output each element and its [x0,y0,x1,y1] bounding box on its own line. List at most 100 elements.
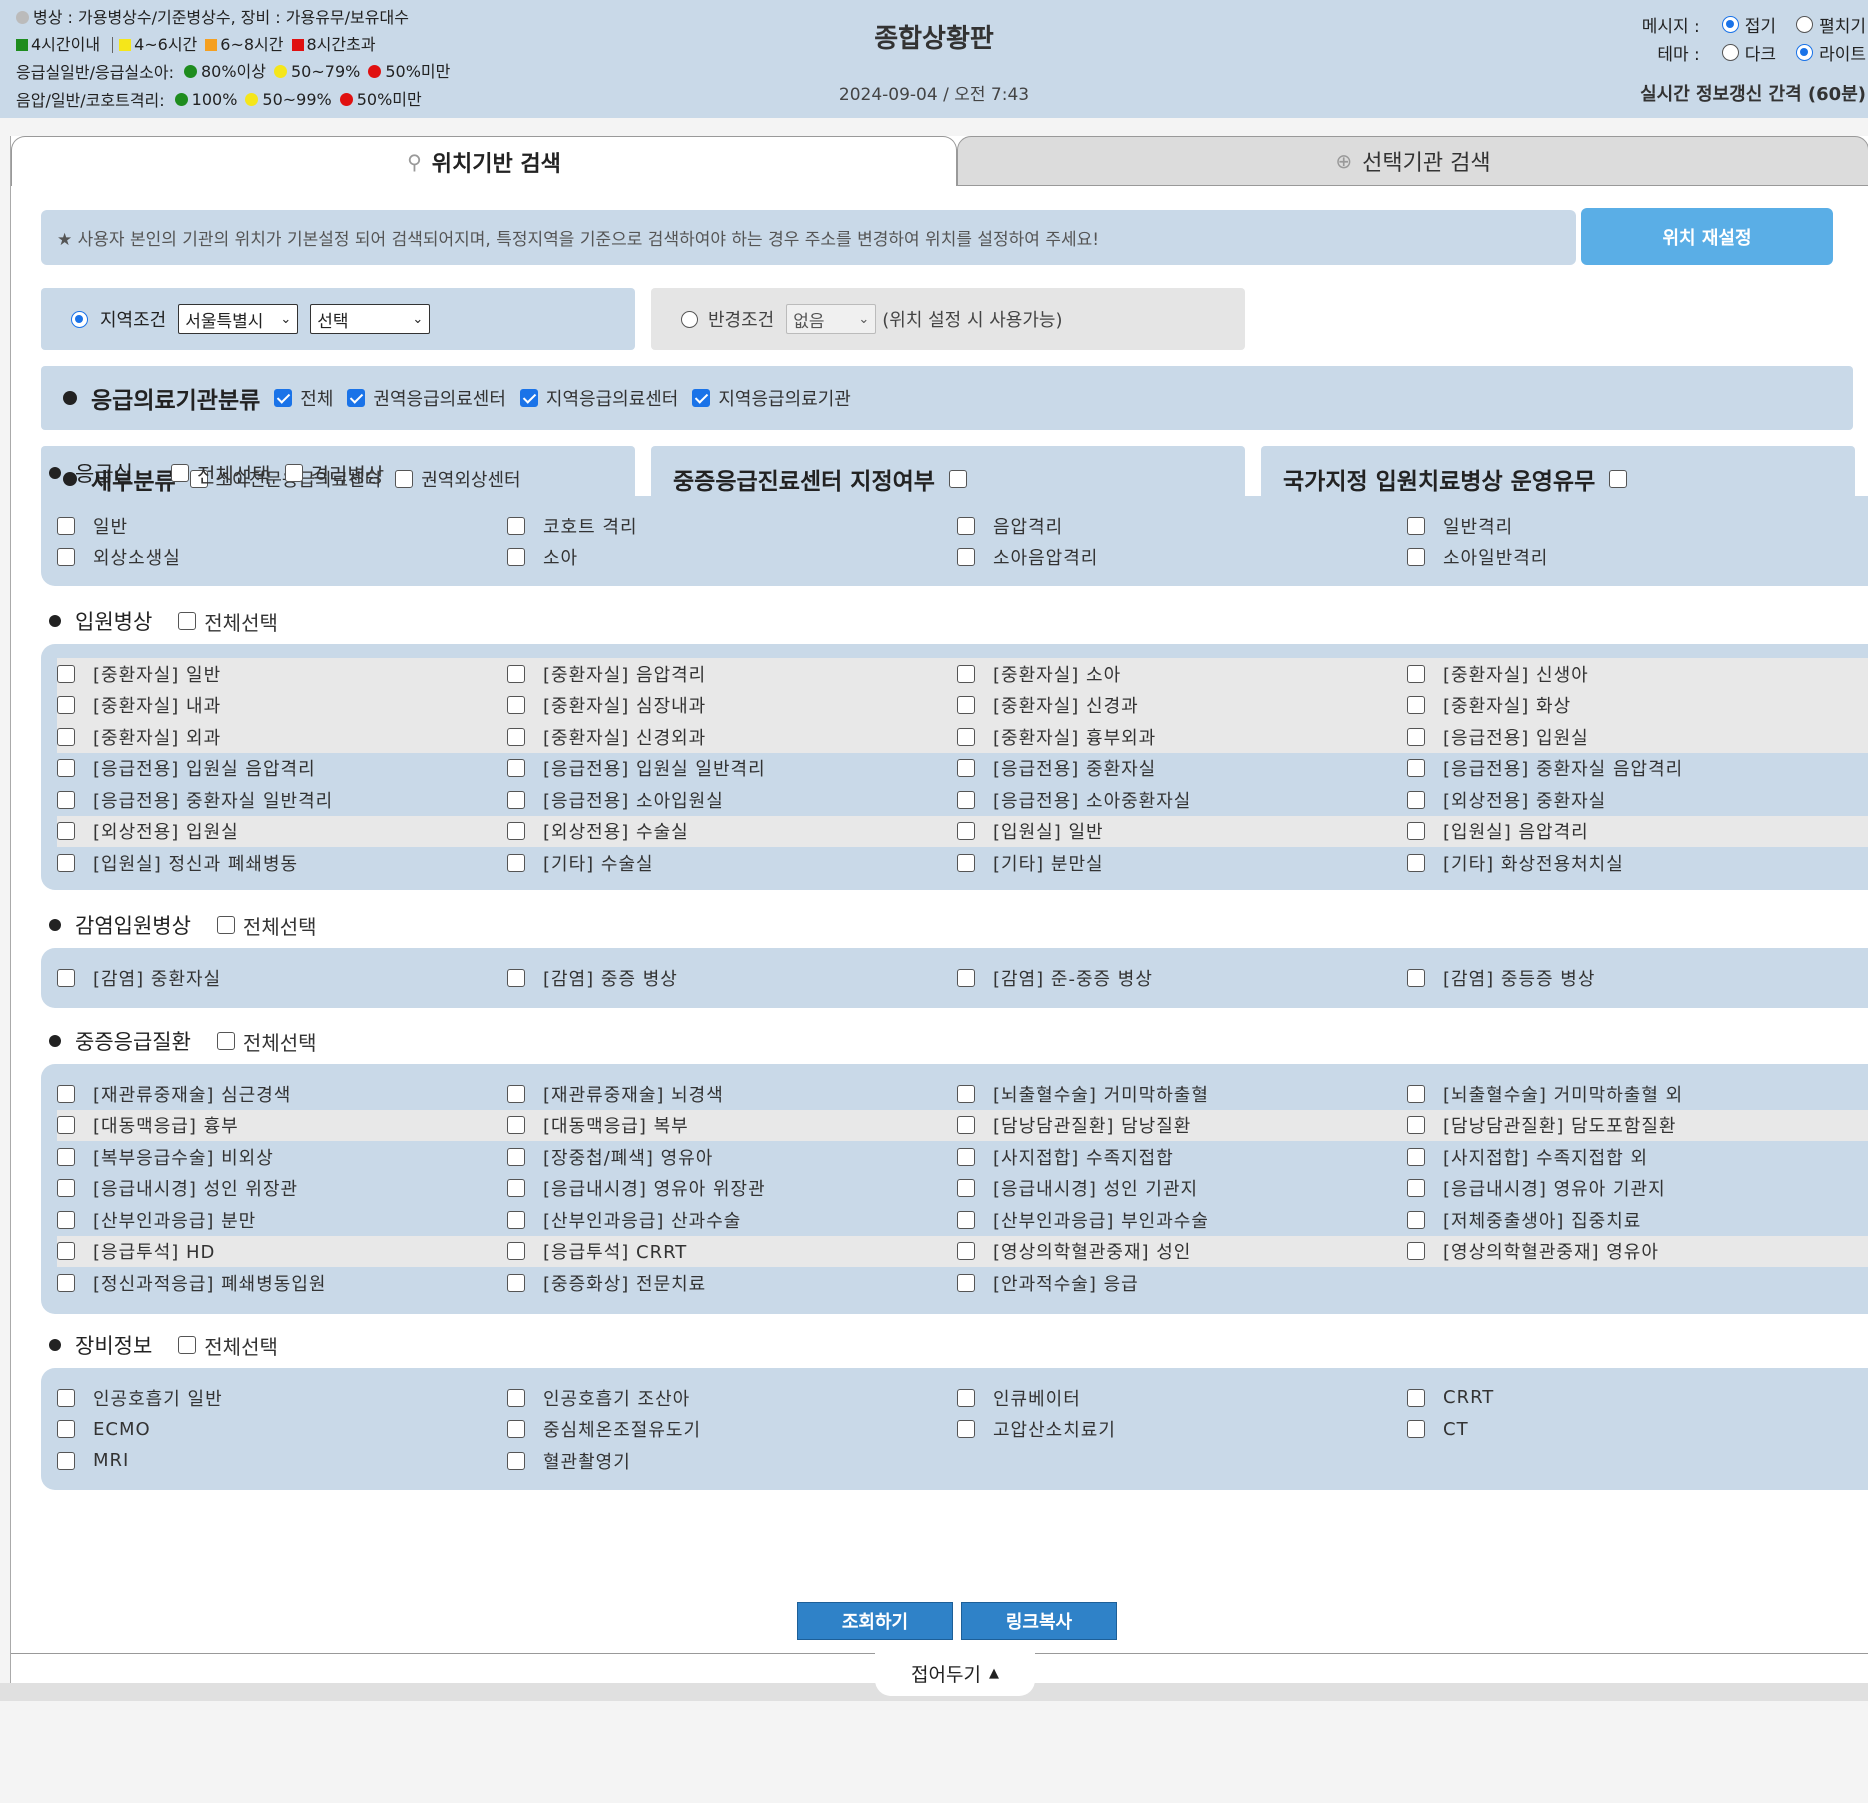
checkbox-icon[interactable] [957,1420,975,1439]
checkbox-icon[interactable] [507,968,525,987]
checkbox-icon[interactable] [507,516,525,535]
checkbox-checked-icon[interactable] [519,389,538,407]
inpatient-option[interactable]: [중환자실] 화상 [1407,692,1857,718]
inpatient-option[interactable]: [응급전용] 중환자실 음압격리 [1407,755,1857,781]
checkbox-icon[interactable] [57,968,75,987]
inpatient-option[interactable]: [중환자실] 내과 [57,692,507,718]
institution-class-option[interactable]: 권역응급의료센터 [347,385,506,411]
checkbox-icon[interactable] [957,822,975,841]
severe-option[interactable]: [산부인과응급] 분만 [57,1207,507,1233]
inpatient-option[interactable]: [외상전용] 입원실 [57,818,507,844]
severe-option[interactable]: [저체중출생아] 집중치료 [1407,1207,1857,1233]
checkbox-icon[interactable] [507,1420,525,1439]
inpatient-option[interactable]: [입원실] 정신과 폐쇄병동 [57,850,507,876]
equipment-option[interactable]: CRRT [1407,1387,1857,1408]
inpatient-option[interactable]: [응급전용] 소아중환자실 [957,787,1407,813]
theme-light-radio[interactable]: 라이트 [1796,40,1866,65]
national-bed-checkbox[interactable] [1609,470,1628,488]
inpatient-option[interactable]: [기타] 화상전용처치실 [1407,850,1857,876]
severe-option[interactable]: [사지접합] 수족지접합 [957,1144,1407,1170]
checkbox-checked-icon[interactable] [347,389,366,407]
severe-select-all[interactable]: 전체선택 [216,1027,317,1056]
equipment-option[interactable]: MRI [57,1450,507,1471]
equipment-option[interactable]: CT [1407,1419,1857,1440]
fold-toggle[interactable]: 접어두기 ▲ [875,1650,1035,1696]
checkbox-icon[interactable] [957,853,975,872]
severe-option[interactable]: [대동맥응급] 복부 [507,1112,957,1138]
checkbox-icon[interactable] [507,853,525,872]
inpatient-option[interactable]: [기타] 수술실 [507,850,957,876]
inpatient-option[interactable]: [입원실] 일반 [957,818,1407,844]
checkbox-icon[interactable] [57,853,75,872]
severe-option[interactable]: [응급내시경] 성인 위장관 [57,1175,507,1201]
relocate-button[interactable]: 위치 재설정 [1581,208,1833,265]
infection-option[interactable]: [감염] 준-중증 병상 [957,965,1407,991]
checkbox-icon[interactable] [284,464,303,482]
inpatient-option[interactable]: [응급전용] 중환자실 일반격리 [57,787,507,813]
checkbox-icon[interactable] [957,1147,975,1166]
region-radio[interactable] [71,310,88,328]
checkbox-icon[interactable] [216,916,235,934]
checkbox-icon[interactable] [1407,1210,1425,1229]
institution-class-option[interactable]: 지역응급의료센터 [519,385,678,411]
er-option[interactable]: 코호트 격리 [507,513,957,539]
checkbox-icon[interactable] [57,516,75,535]
checkbox-icon[interactable] [507,1273,525,1292]
checkbox-icon[interactable] [1407,822,1425,841]
inpatient-option[interactable]: [중환자실] 신경외과 [507,724,957,750]
checkbox-icon[interactable] [957,1388,975,1407]
subclass-option[interactable]: 권역외상센터 [395,466,521,492]
checkbox-icon[interactable] [1407,1179,1425,1198]
checkbox-icon[interactable] [507,1210,525,1229]
checkbox-icon[interactable] [1407,727,1425,746]
equipment-option[interactable]: 인공호흡기 일반 [57,1385,507,1411]
checkbox-icon[interactable] [57,790,75,809]
radius-radio[interactable] [681,310,698,328]
equipment-option[interactable]: 인공호흡기 조산아 [507,1385,957,1411]
severe-option[interactable]: [복부응급수술] 비외상 [57,1144,507,1170]
checkbox-checked-icon[interactable] [274,389,293,407]
checkbox-icon[interactable] [57,1273,75,1292]
severe-option[interactable]: [안과적수술] 응급 [957,1270,1407,1296]
checkbox-icon[interactable] [507,1242,525,1261]
search-button[interactable]: 조회하기 [797,1602,953,1640]
er-option[interactable]: 소아일반격리 [1407,544,1857,570]
message-expand-radio[interactable]: 펼치기 [1796,12,1866,37]
checkbox-icon[interactable] [507,548,525,567]
severe-option[interactable]: [산부인과응급] 부인과수술 [957,1207,1407,1233]
equipment-option[interactable]: ECMO [57,1419,507,1440]
inpatient-option[interactable]: [중환자실] 외과 [57,724,507,750]
tab-selected-search[interactable]: ⊕ 선택기관 검색 [957,136,1868,186]
checkbox-icon[interactable] [507,1388,525,1407]
severe-option[interactable]: [영상의학혈관중재] 성인 [957,1238,1407,1264]
checkbox-icon[interactable] [57,664,75,683]
tab-location-search[interactable]: ⚲ 위치기반 검색 [11,136,957,186]
severe-center-checkbox[interactable] [948,470,967,488]
checkbox-icon[interactable] [57,1116,75,1135]
inpatient-option[interactable]: [중환자실] 흉부외과 [957,724,1407,750]
er-option[interactable]: 일반 [57,513,507,539]
checkbox-icon[interactable] [57,548,75,567]
checkbox-icon[interactable] [178,1336,197,1354]
inpatient-option[interactable]: [응급전용] 입원실 음압격리 [57,755,507,781]
severe-option[interactable]: [담낭담관질환] 담낭질환 [957,1112,1407,1138]
radio-checked-icon[interactable] [1796,43,1814,61]
checkbox-icon[interactable] [957,696,975,715]
checkbox-icon[interactable] [57,1084,75,1103]
checkbox-icon[interactable] [957,1084,975,1103]
checkbox-icon[interactable] [957,968,975,987]
checkbox-icon[interactable] [57,1242,75,1261]
checkbox-icon[interactable] [507,664,525,683]
infection-select-all[interactable]: 전체선택 [216,911,317,940]
severe-option[interactable]: [대동맥응급] 흉부 [57,1112,507,1138]
institution-class-option[interactable]: 전체 [274,385,333,411]
checkbox-icon[interactable] [957,1273,975,1292]
checkbox-icon[interactable] [57,759,75,778]
equipment-option[interactable]: 혈관촬영기 [507,1448,957,1474]
institution-class-option[interactable]: 지역응급의료기관 [692,385,851,411]
checkbox-icon[interactable] [957,1210,975,1229]
checkbox-icon[interactable] [957,1116,975,1135]
checkbox-icon[interactable] [957,727,975,746]
checkbox-icon[interactable] [957,759,975,778]
region-select-sido[interactable]: 서울특별시 ⌄ [178,304,299,334]
